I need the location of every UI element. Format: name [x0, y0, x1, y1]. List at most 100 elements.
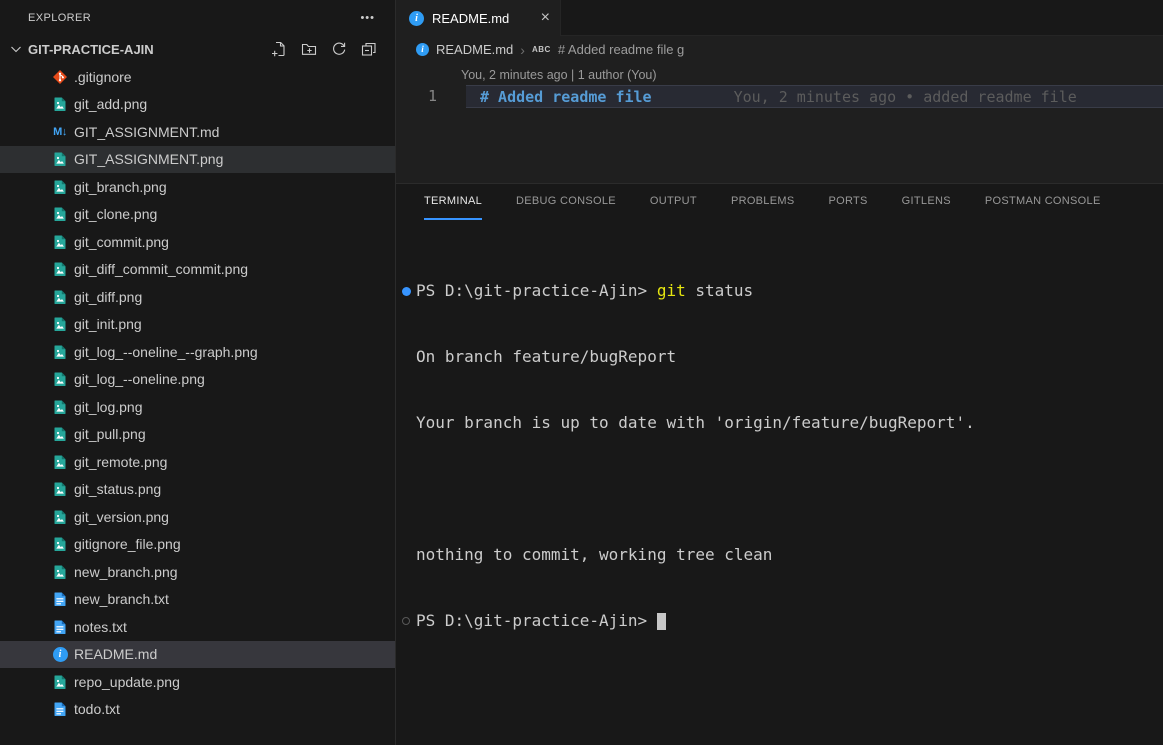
- tab-terminal[interactable]: TERMINAL: [424, 184, 482, 220]
- file-row-git_remote.png[interactable]: git_remote.png: [0, 448, 395, 476]
- command-pending-decoration-icon: [402, 617, 410, 625]
- terminal-prompt: PS D:\git-practice-Ajin>: [416, 610, 657, 632]
- line-number: 1: [396, 85, 461, 108]
- image-file-icon: [52, 564, 68, 580]
- folder-root-row[interactable]: GIT-PRACTICE-AJIN: [0, 35, 395, 63]
- image-file-icon: [52, 206, 68, 222]
- terminal-command-line: PS D:\git-practice-Ajin> git status: [402, 280, 1163, 302]
- file-row-git_log.png[interactable]: git_log.png: [0, 393, 395, 421]
- file-row-new_branch.txt[interactable]: new_branch.txt: [0, 586, 395, 614]
- panel-tab-bar: TERMINAL DEBUG CONSOLE OUTPUT PROBLEMS P…: [396, 184, 1163, 220]
- image-file-icon: [52, 234, 68, 250]
- text-file-icon: [52, 701, 68, 717]
- file-row-git_diff_commit_commit.png[interactable]: git_diff_commit_commit.png: [0, 256, 395, 284]
- symbol-string-icon: ABC: [532, 45, 551, 54]
- tab-problems[interactable]: PROBLEMS: [731, 184, 795, 220]
- file-row-git_status.png[interactable]: git_status.png: [0, 476, 395, 504]
- file-row-git_log_--oneline.png[interactable]: git_log_--oneline.png: [0, 366, 395, 394]
- file-row-git_clone.png[interactable]: git_clone.png: [0, 201, 395, 229]
- bottom-panel: TERMINAL DEBUG CONSOLE OUTPUT PROBLEMS P…: [396, 183, 1163, 745]
- file-row-GIT_ASSIGNMENT.png[interactable]: GIT_ASSIGNMENT.png: [0, 146, 395, 174]
- file-row-.gitignore[interactable]: .gitignore: [0, 63, 395, 91]
- file-row-git_log_--oneline_--graph.png[interactable]: git_log_--oneline_--graph.png: [0, 338, 395, 366]
- terminal-output-line: nothing to commit, working tree clean: [402, 544, 1163, 566]
- file-row-todo.txt[interactable]: todo.txt: [0, 696, 395, 724]
- file-row-git_branch.png[interactable]: git_branch.png: [0, 173, 395, 201]
- file-row-notes.txt[interactable]: notes.txt: [0, 613, 395, 641]
- readme-info-icon: i: [416, 43, 429, 56]
- terminal-command-args: status: [686, 280, 753, 302]
- terminal-input-line[interactable]: PS D:\git-practice-Ajin>: [402, 610, 1163, 632]
- tab-postman-console[interactable]: POSTMAN CONSOLE: [985, 184, 1101, 220]
- image-file-icon: [52, 509, 68, 525]
- image-file-icon: [52, 536, 68, 552]
- tab-ports[interactable]: PORTS: [828, 184, 867, 220]
- explorer-sidebar: EXPLORER ••• GIT-PRACTICE-AJIN: [0, 0, 396, 745]
- image-file-icon: [52, 316, 68, 332]
- markdown-file-icon: M↓: [53, 126, 67, 138]
- image-file-icon: [52, 96, 68, 112]
- chevron-down-icon: [8, 41, 24, 57]
- file-row-git_diff.png[interactable]: git_diff.png: [0, 283, 395, 311]
- tab-readme[interactable]: i README.md ×: [396, 0, 561, 36]
- vscode-window: EXPLORER ••• GIT-PRACTICE-AJIN: [0, 0, 1163, 745]
- terminal-cursor: [657, 613, 666, 630]
- image-file-icon: [52, 151, 68, 167]
- tab-label: README.md: [432, 11, 533, 26]
- file-row-README.md[interactable]: i README.md: [0, 641, 395, 669]
- file-row-git_pull.png[interactable]: git_pull.png: [0, 421, 395, 449]
- explorer-header: EXPLORER •••: [0, 0, 395, 35]
- text-file-icon: [52, 619, 68, 635]
- file-row-repo_update.png[interactable]: repo_update.png: [0, 668, 395, 696]
- explorer-toolbar: [271, 41, 377, 57]
- tab-gitlens[interactable]: GITLENS: [902, 184, 951, 220]
- image-file-icon: [52, 426, 68, 442]
- image-file-icon: [52, 481, 68, 497]
- file-row-git_init.png[interactable]: git_init.png: [0, 311, 395, 339]
- editor-group: i README.md × i README.md › ABC # Added …: [396, 0, 1163, 183]
- breadcrumb: i README.md › ABC # Added readme file g: [396, 36, 1163, 63]
- terminal-blank-line: [402, 478, 1163, 500]
- more-actions-icon[interactable]: •••: [360, 12, 375, 24]
- readme-info-icon: i: [53, 647, 68, 662]
- image-file-icon: [52, 344, 68, 360]
- main-area: i README.md × i README.md › ABC # Added …: [396, 0, 1163, 745]
- file-tree: .gitignore git_add.png M↓ GIT_ASSIGNMENT…: [0, 63, 395, 723]
- markdown-heading-code[interactable]: # Added readme file: [480, 88, 652, 106]
- file-row-git_commit.png[interactable]: git_commit.png: [0, 228, 395, 256]
- file-row-git_add.png[interactable]: git_add.png: [0, 91, 395, 119]
- breadcrumb-symbol[interactable]: # Added readme file g: [558, 42, 684, 57]
- new-folder-icon[interactable]: [301, 41, 317, 57]
- file-row-git_version.png[interactable]: git_version.png: [0, 503, 395, 531]
- root-folder-label: GIT-PRACTICE-AJIN: [28, 42, 154, 57]
- git-file-icon: [52, 69, 68, 85]
- image-file-icon: [52, 261, 68, 277]
- breadcrumb-separator-icon: ›: [520, 42, 525, 58]
- text-file-icon: [52, 591, 68, 607]
- file-row-GIT_ASSIGNMENT.md[interactable]: M↓ GIT_ASSIGNMENT.md: [0, 118, 395, 146]
- close-icon[interactable]: ×: [541, 10, 550, 26]
- editor-code-line[interactable]: 1 # Added readme file You, 2 minutes ago …: [396, 85, 1163, 108]
- terminal-output-line: Your branch is up to date with 'origin/f…: [402, 412, 1163, 434]
- gitlens-codelens[interactable]: You, 2 minutes ago | 1 author (You): [461, 67, 1163, 84]
- tab-output[interactable]: OUTPUT: [650, 184, 697, 220]
- gitlens-inline-blame: You, 2 minutes ago • added readme file: [734, 88, 1077, 106]
- command-success-decoration-icon[interactable]: [402, 287, 411, 296]
- explorer-title: EXPLORER: [28, 12, 91, 24]
- editor-body[interactable]: You, 2 minutes ago | 1 author (You) 1 # …: [396, 63, 1163, 183]
- image-file-icon: [52, 399, 68, 415]
- file-row-new_branch.png[interactable]: new_branch.png: [0, 558, 395, 586]
- current-line-highlight[interactable]: # Added readme file You, 2 minutes ago • …: [466, 85, 1163, 108]
- terminal-prompt: PS D:\git-practice-Ajin>: [416, 280, 657, 302]
- refresh-icon[interactable]: [331, 41, 347, 57]
- collapse-all-icon[interactable]: [361, 41, 377, 57]
- new-file-icon[interactable]: [271, 41, 287, 57]
- terminal[interactable]: PS D:\git-practice-Ajin> git status On b…: [396, 220, 1163, 745]
- tab-debug-console[interactable]: DEBUG CONSOLE: [516, 184, 616, 220]
- image-file-icon: [52, 289, 68, 305]
- image-file-icon: [52, 179, 68, 195]
- breadcrumb-file[interactable]: README.md: [436, 42, 513, 57]
- file-row-gitignore_file.png[interactable]: gitignore_file.png: [0, 531, 395, 559]
- readme-info-icon: i: [409, 11, 424, 26]
- image-file-icon: [52, 371, 68, 387]
